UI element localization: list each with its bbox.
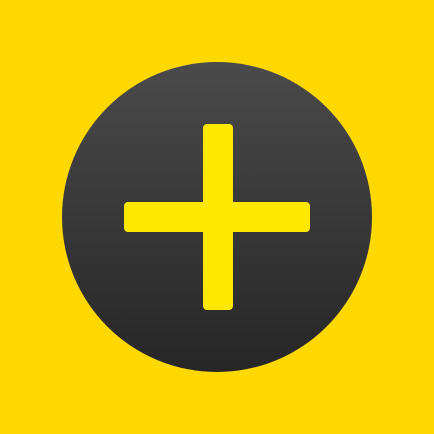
app-icon-canvas <box>0 0 434 434</box>
add-button[interactable] <box>62 62 372 372</box>
plus-horizontal-bar <box>124 202 310 232</box>
plus-icon <box>62 62 372 372</box>
